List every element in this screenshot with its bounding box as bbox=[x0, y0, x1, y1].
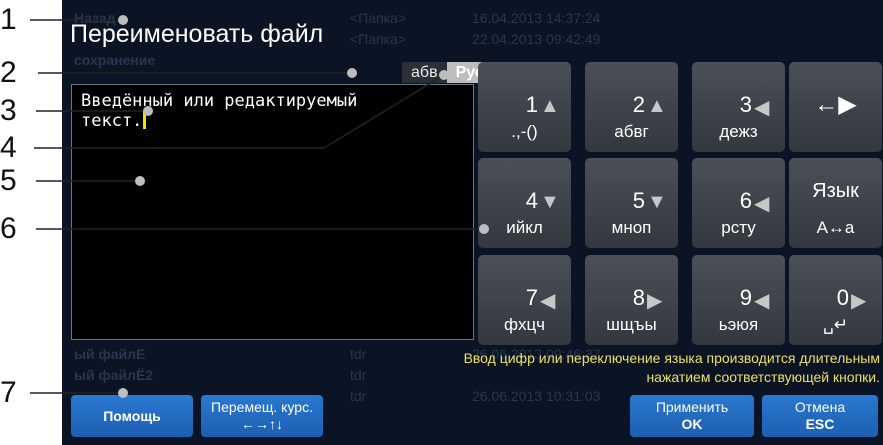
key-digit: 5 bbox=[632, 188, 645, 213]
key-4[interactable]: 4 ▼ ийкл bbox=[478, 158, 571, 248]
key-arrow-icon: ◀ bbox=[754, 97, 770, 119]
backspace-icon: ←▶ bbox=[814, 91, 857, 118]
key-letters: фхцч bbox=[503, 315, 546, 334]
background-cell-type: <Папка> bbox=[350, 31, 406, 47]
text-input-area[interactable]: Введённый или редактируемый текст. bbox=[71, 84, 474, 340]
callout-3: 3 bbox=[0, 94, 17, 127]
key-letters: ␣↵ bbox=[822, 315, 849, 334]
callout-6: 6 bbox=[0, 212, 17, 245]
background-cell-type: tdr bbox=[350, 388, 367, 404]
background-cell-date: 16.04.2013 14:37:24 bbox=[472, 10, 601, 26]
key-letters: мноп bbox=[611, 218, 652, 237]
backspace-key[interactable]: ←▶ bbox=[789, 62, 882, 152]
key-digit: 1 bbox=[525, 92, 538, 117]
key-letters: ьэюя bbox=[718, 315, 759, 334]
key-arrow-icon: ▲ bbox=[647, 95, 667, 117]
background-cell-name: сохранение bbox=[74, 52, 156, 68]
background-cell-date: 26.06.2013 10:31:03 bbox=[472, 388, 601, 404]
callout-1: 1 bbox=[0, 3, 17, 36]
key-8[interactable]: 8 ▶ шщъы bbox=[585, 255, 678, 345]
key-digit: 2 bbox=[632, 92, 645, 117]
background-cell-date: 22.04.2013 09:42:49 bbox=[472, 31, 601, 47]
background-cell-name: ый файлЁ2 bbox=[74, 367, 154, 383]
cancel-label: Отмена bbox=[794, 399, 846, 415]
entered-text: Введённый или редактируемый текст. bbox=[81, 91, 358, 131]
key-1[interactable]: 1 ▲ .,-() bbox=[478, 62, 571, 152]
key-9[interactable]: 9 ◀ ьэюя bbox=[692, 255, 785, 345]
key-arrow-icon: ◀ bbox=[754, 290, 770, 312]
help-button-label: Помощь bbox=[103, 408, 161, 424]
key-digit: 3 bbox=[739, 92, 752, 117]
language-key-label: Язык bbox=[812, 180, 859, 202]
background-cell-type: <Папка> bbox=[350, 10, 406, 26]
key-arrow-icon: ▼ bbox=[540, 191, 560, 213]
key-0[interactable]: 0 ▶ ␣↵ bbox=[789, 255, 882, 345]
dialog-title: Переименовать файл bbox=[70, 20, 324, 48]
tab-latin[interactable]: абв bbox=[402, 62, 447, 83]
key-letters: абвг bbox=[614, 122, 649, 141]
key-7[interactable]: 7 ◀ фхцч bbox=[478, 255, 571, 345]
language-key[interactable]: Язык A↔a bbox=[789, 158, 882, 248]
key-digit: 7 bbox=[525, 285, 538, 310]
key-letters: ийкл bbox=[506, 218, 543, 237]
key-6[interactable]: 6 ◀ рсту bbox=[692, 158, 785, 248]
device-screen: Назад <Папка> 16.04.2013 14:37:24 <Папка> 22… bbox=[62, 0, 883, 445]
key-digit: 0 bbox=[836, 285, 849, 310]
background-cell-name: ый файлЕ bbox=[74, 346, 146, 362]
key-letters: рсту bbox=[721, 218, 756, 237]
callout-2: 2 bbox=[0, 56, 17, 89]
key-2[interactable]: 2 ▲ абвг bbox=[585, 62, 678, 152]
case-toggle-label: A↔a bbox=[816, 218, 855, 237]
cancel-sublabel: ESC bbox=[805, 416, 835, 432]
callout-5: 5 bbox=[0, 164, 17, 197]
key-arrow-icon: ▶ bbox=[851, 290, 867, 312]
key-digit: 4 bbox=[525, 188, 538, 213]
key-arrow-icon: ▲ bbox=[540, 95, 560, 117]
move-cursor-button[interactable]: Перемещ. курс. ←→↑↓ bbox=[201, 395, 323, 437]
key-digit: 6 bbox=[739, 188, 752, 213]
move-cursor-label: Перемещ. курс. bbox=[211, 399, 313, 415]
key-digit: 8 bbox=[632, 285, 645, 310]
key-arrow-icon: ▶ bbox=[647, 290, 663, 312]
key-3[interactable]: 3 ◀ дежз bbox=[692, 62, 785, 152]
background-cell-type: tdr bbox=[350, 346, 367, 362]
cancel-button[interactable]: Отмена ESC bbox=[762, 395, 878, 437]
background-cell-type: tdr bbox=[350, 367, 367, 383]
text-caret bbox=[143, 111, 147, 129]
key-letters: .,-() bbox=[511, 122, 538, 141]
callout-7: 7 bbox=[0, 376, 17, 409]
key-arrow-icon: ◀ bbox=[754, 193, 770, 215]
callout-4: 4 bbox=[0, 131, 17, 164]
key-letters: дежз bbox=[719, 122, 758, 141]
apply-label: Применить bbox=[655, 399, 729, 415]
hint-text: Ввод цифр или переключение языка произво… bbox=[463, 350, 880, 385]
key-5[interactable]: 5 ▼ мноп bbox=[585, 158, 678, 248]
key-arrow-icon: ▼ bbox=[647, 191, 667, 213]
apply-sublabel: OK bbox=[681, 416, 703, 432]
apply-button[interactable]: Применить OK bbox=[630, 395, 754, 437]
help-button[interactable]: Помощь bbox=[71, 395, 193, 437]
key-arrow-icon: ◀ bbox=[540, 290, 556, 312]
key-letters: шщъы bbox=[606, 315, 657, 334]
arrows-icon: ←→↑↓ bbox=[241, 416, 283, 432]
key-digit: 9 bbox=[739, 285, 752, 310]
